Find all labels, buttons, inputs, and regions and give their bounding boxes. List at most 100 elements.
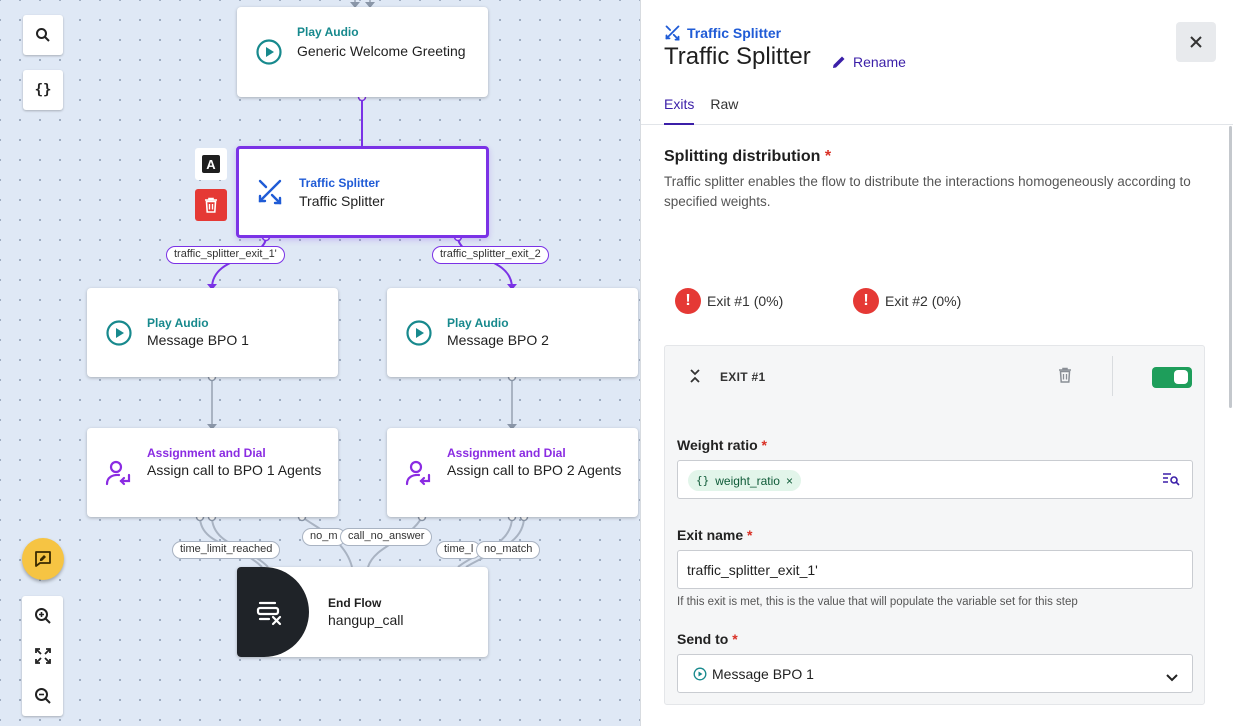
search-icon xyxy=(36,28,50,42)
edge-label-exit-1[interactable]: traffic_splitter_exit_1' xyxy=(166,246,285,264)
weight-ratio-label-text: Weight ratio xyxy=(677,437,758,453)
end-flow-icon xyxy=(255,597,285,632)
chip-remove-icon[interactable]: × xyxy=(786,474,793,488)
zoom-controls xyxy=(22,596,63,716)
assign-agent-icon xyxy=(405,459,433,487)
rename-icon: A xyxy=(202,155,220,173)
tab-exits[interactable]: Exits xyxy=(664,96,695,125)
panel-header: Traffic Splitter Traffic Splitter Rename… xyxy=(641,0,1233,125)
fit-view-icon xyxy=(34,648,51,664)
fit-view-button[interactable] xyxy=(22,636,63,676)
exit-card-1: EXIT #1 Weight ratio * {} weight_ratio ×… xyxy=(664,345,1205,705)
traffic-splitter-icon xyxy=(256,178,284,206)
exit-summary-label: Exit #1 (0%) xyxy=(707,293,784,309)
zoom-in-button[interactable] xyxy=(22,596,63,636)
warning-icon: ! xyxy=(675,288,701,314)
flow-canvas[interactable]: {} Play Audio Generic Welcome Greeting A… xyxy=(0,0,640,726)
panel-scrollbar[interactable] xyxy=(1229,126,1232,408)
zoom-out-icon xyxy=(34,688,51,704)
exit-enabled-toggle[interactable] xyxy=(1152,367,1192,388)
required-mark: * xyxy=(732,631,738,647)
feedback-button[interactable] xyxy=(22,538,64,580)
required-mark: * xyxy=(761,437,767,453)
exit-summary-1: ! Exit #1 (0%) xyxy=(675,288,783,314)
exit-summary-2: ! Exit #2 (0%) xyxy=(853,288,961,314)
node-assign-bpo-2[interactable]: Assignment and Dial Assign call to BPO 2… xyxy=(387,428,638,517)
collapse-button[interactable] xyxy=(689,368,701,389)
rename-node-button[interactable]: A xyxy=(195,148,227,180)
weight-ratio-field[interactable]: {} weight_ratio × xyxy=(677,460,1193,499)
node-traffic-splitter[interactable]: Traffic Splitter Traffic Splitter xyxy=(236,146,489,238)
play-audio-icon xyxy=(255,38,283,66)
delete-node-button[interactable] xyxy=(195,189,227,221)
zoom-out-button[interactable] xyxy=(22,676,63,716)
exit-card-label: EXIT #1 xyxy=(720,370,766,384)
play-audio-icon xyxy=(405,319,433,347)
node-title: Generic Welcome Greeting xyxy=(297,43,466,59)
exit-name-label-text: Exit name xyxy=(677,527,744,543)
node-category: Assignment and Dial xyxy=(147,446,266,460)
rename-button[interactable]: Rename xyxy=(831,54,906,70)
close-panel-button[interactable] xyxy=(1176,22,1216,62)
node-message-bpo-2[interactable]: Play Audio Message BPO 2 xyxy=(387,288,638,377)
edge-label-time-limit-bpo2[interactable]: time_l xyxy=(436,541,482,559)
exit-summary-label: Exit #2 (0%) xyxy=(885,293,962,309)
node-category: End Flow xyxy=(328,596,382,610)
send-to-label-text: Send to xyxy=(677,631,729,647)
breadcrumb-label: Traffic Splitter xyxy=(687,25,782,41)
section-title-text: Splitting distribution xyxy=(664,148,821,165)
variables-button[interactable]: {} xyxy=(23,70,63,110)
required-mark: * xyxy=(747,527,753,543)
section-title: Splitting distribution * xyxy=(664,148,831,166)
close-icon xyxy=(1190,36,1202,48)
node-category: Assignment and Dial xyxy=(447,446,566,460)
divider xyxy=(1112,356,1113,396)
node-category: Play Audio xyxy=(147,316,209,330)
node-title: Assign call to BPO 1 Agents xyxy=(147,462,322,478)
weight-ratio-label: Weight ratio * xyxy=(677,437,767,453)
play-audio-icon xyxy=(693,667,707,684)
edge-label-no-match-bpo1[interactable]: no_m xyxy=(302,528,346,546)
panel-breadcrumb: Traffic Splitter xyxy=(664,24,781,42)
exit-name-value: traffic_splitter_exit_1' xyxy=(687,562,818,578)
node-assign-bpo-1[interactable]: Assignment and Dial Assign call to BPO 1… xyxy=(87,428,338,517)
panel-title: Traffic Splitter xyxy=(664,43,811,70)
braces-icon: {} xyxy=(34,82,52,98)
exit-name-input[interactable]: traffic_splitter_exit_1' xyxy=(677,550,1193,589)
node-title: Assign call to BPO 2 Agents xyxy=(447,462,622,478)
variable-search-button[interactable] xyxy=(1162,472,1180,489)
node-generic-welcome[interactable]: Play Audio Generic Welcome Greeting xyxy=(237,7,488,97)
exit-name-label: Exit name * xyxy=(677,527,752,543)
edge-label-exit-2[interactable]: traffic_splitter_exit_2 xyxy=(432,246,549,264)
tab-raw[interactable]: Raw xyxy=(710,96,738,125)
required-mark: * xyxy=(824,148,832,165)
node-title: Message BPO 2 xyxy=(447,332,549,348)
variable-icon: {} xyxy=(696,474,710,487)
toggle-knob xyxy=(1174,370,1188,384)
send-to-value: Message BPO 1 xyxy=(712,666,814,682)
send-to-select[interactable]: Message BPO 1 xyxy=(677,654,1193,693)
node-category: Play Audio xyxy=(447,316,509,330)
zoom-in-icon xyxy=(34,608,51,624)
delete-exit-button[interactable] xyxy=(1058,367,1072,388)
node-end-flow[interactable]: End Flow hangup_call xyxy=(237,567,488,657)
warning-icon: ! xyxy=(853,288,879,314)
rename-label: Rename xyxy=(853,54,906,70)
properties-panel: Traffic Splitter Traffic Splitter Rename… xyxy=(640,0,1233,726)
panel-tabs: Exits Raw xyxy=(664,96,738,125)
edge-label-call-no-answer[interactable]: call_no_answer xyxy=(340,528,433,546)
traffic-splitter-icon xyxy=(665,25,680,41)
node-category: Traffic Splitter xyxy=(299,176,380,190)
node-title: hangup_call xyxy=(328,612,404,628)
trash-icon xyxy=(1059,367,1071,383)
canvas-search-button[interactable] xyxy=(23,15,63,55)
edge-label-no-match-bpo2[interactable]: no_match xyxy=(476,541,541,559)
weight-ratio-chip[interactable]: {} weight_ratio × xyxy=(688,470,801,491)
node-message-bpo-1[interactable]: Play Audio Message BPO 1 xyxy=(87,288,338,377)
send-to-label: Send to * xyxy=(677,631,738,647)
edge-label-time-limit-reached[interactable]: time_limit_reached xyxy=(172,541,281,559)
assign-agent-icon xyxy=(105,459,133,487)
node-title: Traffic Splitter xyxy=(299,193,385,209)
exit-name-helper: If this exit is met, this is the value t… xyxy=(677,596,1078,608)
chevron-down-icon xyxy=(1166,669,1178,685)
